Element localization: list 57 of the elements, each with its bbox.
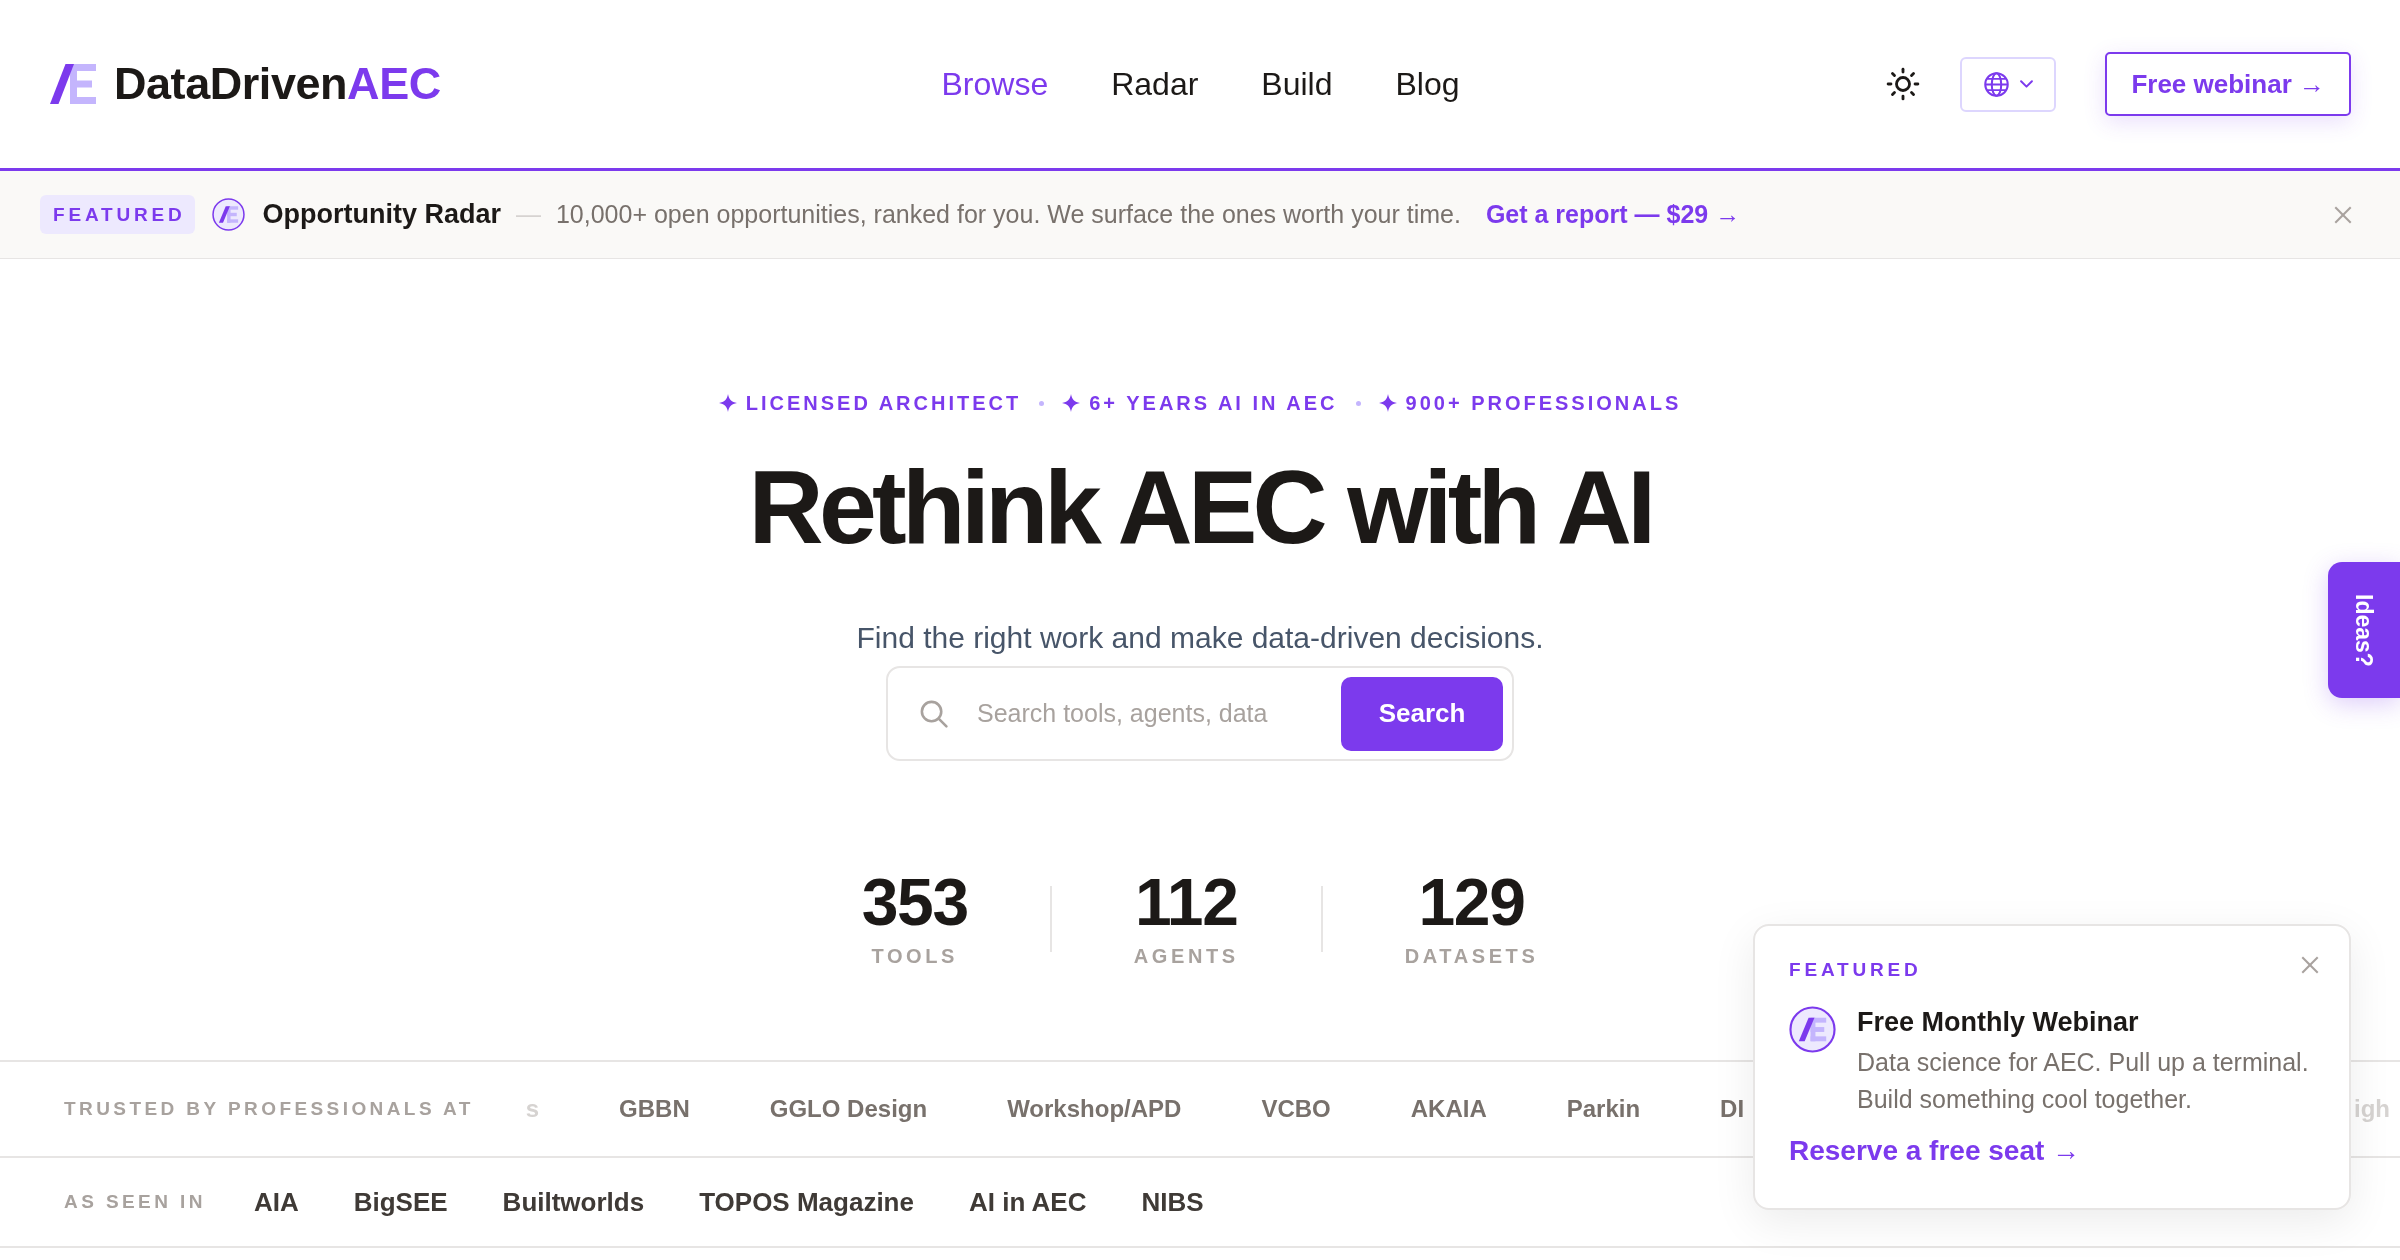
featured-badge: FEATURED	[40, 194, 196, 235]
credential-text: 900+ PROFESSIONALS	[1405, 391, 1682, 416]
report-link[interactable]: Get a report — $29 →	[1485, 195, 1741, 234]
sun-icon[interactable]	[1886, 67, 1921, 101]
outlet-name: NIBS	[1141, 1185, 1204, 1219]
dot-icon	[1039, 400, 1045, 406]
nav-link[interactable]: Blog	[1395, 64, 1460, 104]
nav-link[interactable]: Radar	[1111, 64, 1199, 104]
sparkle-icon	[1378, 394, 1397, 412]
outlet-name: BigSEE	[353, 1185, 448, 1219]
logo-text[interactable]: DataDrivenAEC	[114, 59, 441, 109]
hero-subtitle: Find the right work and make data-driven decisions.	[856, 620, 1544, 657]
stat-value: 112	[1134, 869, 1239, 936]
dash-separator: —	[515, 198, 541, 230]
company-name: GGLO Design	[769, 1094, 928, 1124]
globe-icon	[1983, 70, 2011, 98]
outlet-name: Builtworlds	[502, 1185, 645, 1219]
credential-text: 6+ YEARS AI IN AEC	[1089, 391, 1338, 416]
hero-title: Rethink AEC with AI	[748, 450, 1652, 565]
credential-text: LICENSED ARCHITECT	[745, 391, 1022, 416]
popup-eyebrow: FEATURED	[1789, 959, 1922, 982]
company-name: AKAIA	[1410, 1094, 1487, 1124]
logo-icon	[212, 198, 246, 231]
ideas-tab[interactable]: Ideas?	[2328, 562, 2400, 698]
promo-title: Opportunity Radar	[262, 198, 501, 232]
company-name: GBBN	[619, 1094, 690, 1124]
outlet-name: AIA	[253, 1185, 299, 1219]
stat-label: TOOLS	[870, 944, 959, 969]
popup-text: Data science for AEC. Pull up a terminal. Build something cool together.	[1857, 1047, 2310, 1116]
nav-link[interactable]: Browse	[941, 64, 1049, 104]
section-label: AS SEEN IN	[64, 1189, 206, 1214]
outlet-name: TOPOS Magazine	[699, 1185, 914, 1219]
caret-icon	[2020, 79, 2034, 89]
search-button[interactable]: Search	[1341, 676, 1503, 751]
stat-label: AGENTS	[1133, 944, 1239, 969]
webinar-button[interactable]: Free webinar →	[2105, 52, 2351, 116]
outlet-name: AI in AEC	[968, 1185, 1087, 1219]
promo-text: 10,000+ open opportunities, ranked for you. We surface the ones worth your time.	[555, 198, 1461, 230]
section-label: TRUSTED BY PROFESSIONALS AT	[64, 1096, 474, 1121]
seat-link[interactable]: Reserve a free seat →	[1789, 1134, 2081, 1168]
stat-value: 353	[861, 869, 968, 936]
language-button[interactable]	[1960, 56, 2057, 112]
search-icon	[918, 698, 949, 730]
dot-icon	[1355, 400, 1361, 406]
company-name: Parkin	[1566, 1094, 1641, 1124]
company-name: VCBO	[1261, 1094, 1331, 1124]
search-input[interactable]: Search tools, agents, data	[977, 693, 1321, 734]
company-name: DI	[1720, 1094, 1745, 1124]
sparkle-icon	[718, 394, 737, 412]
logo-icon[interactable]	[50, 64, 96, 104]
sparkle-icon	[1062, 394, 1081, 412]
popup-title: Free Monthly Webinar	[1857, 1006, 2140, 1039]
nav-link[interactable]: Build	[1261, 64, 1333, 104]
stat-value: 129	[1417, 869, 1526, 936]
stat-label: DATASETS	[1404, 944, 1539, 969]
company-name: Workshop/APD	[1007, 1094, 1182, 1124]
logo-icon	[1789, 1006, 1836, 1053]
